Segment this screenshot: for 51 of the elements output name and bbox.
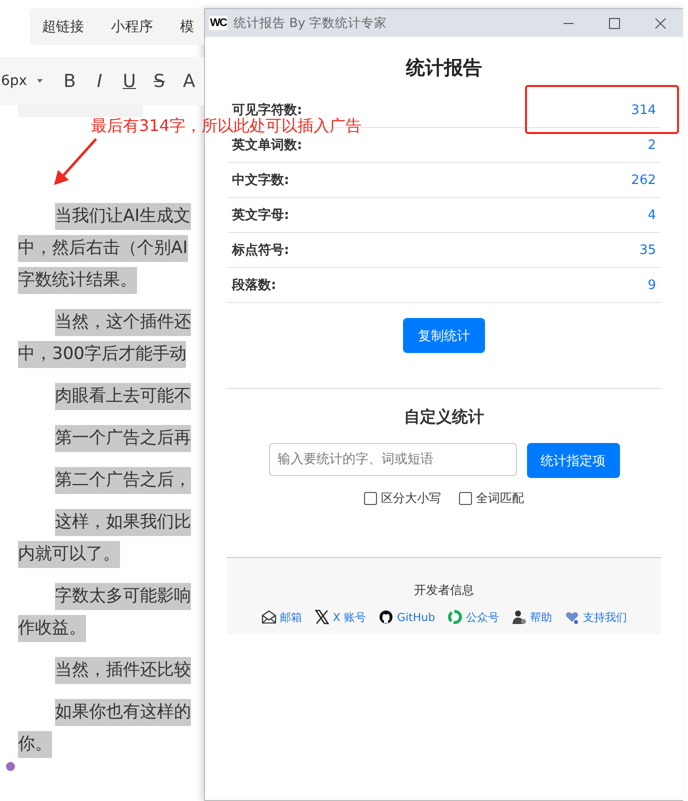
format-button[interactable]: U [114, 70, 144, 92]
format-button[interactable]: I [84, 70, 114, 92]
toolbar-item[interactable]: 小程序 [111, 18, 153, 36]
footer-link[interactable]: GitHub [396, 610, 436, 624]
stat-value: 9 [648, 278, 656, 292]
checkbox[interactable] [364, 492, 377, 505]
github-icon [378, 609, 394, 625]
caret-icon[interactable] [37, 79, 43, 83]
copy-button[interactable]: 复制统计 [403, 318, 485, 353]
stat-label: 段落数: [232, 277, 276, 294]
footer-link[interactable]: 帮助 [530, 610, 552, 624]
stat-value: 35 [639, 242, 656, 258]
window-title: 统计报告 By 字数统计专家 [233, 14, 388, 32]
stat-value: 262 [631, 172, 656, 188]
stat-value: 4 [648, 208, 656, 222]
cursor-dot [6, 762, 15, 771]
footer-link[interactable]: X 账号 [332, 610, 366, 624]
checkbox-label: 全词匹配 [476, 490, 524, 507]
report-title: 统计报告 [404, 56, 483, 81]
font-size-select[interactable]: 6px [1, 73, 28, 89]
footer-link[interactable]: 支持我们 [583, 610, 628, 624]
input-field[interactable]: 输入要统计的字、词或短语 [268, 443, 516, 476]
maximize-icon [608, 18, 620, 28]
ring-logo-icon [447, 609, 464, 625]
stat-label: 中文字数: [232, 172, 290, 189]
toolbar-item[interactable]: 超链接 [42, 18, 84, 36]
format-button[interactable]: S [144, 70, 174, 92]
stat-label: 英文单词数: [232, 136, 302, 154]
stat-value: 2 [648, 138, 656, 152]
app-badge: WC [209, 16, 228, 30]
stat-label: 英文字母: [232, 206, 290, 224]
format-button[interactable]: A [174, 70, 204, 92]
stat-label: 标点符号: [232, 242, 290, 259]
section-title: 自定义统计 [403, 407, 485, 428]
checkbox-label: 区分大小写 [381, 490, 441, 507]
format-button[interactable]: B [54, 70, 85, 92]
stat-value: 314 [631, 102, 656, 118]
heart-icon [564, 609, 580, 625]
annotation-text: 最后有314字，所以此处可以插入广告 [91, 117, 362, 134]
envelope-icon [260, 609, 277, 625]
footer-link[interactable]: 邮箱 [280, 610, 302, 624]
count-button[interactable]: 统计指定项 [526, 443, 620, 478]
checkbox[interactable] [459, 492, 472, 505]
stat-label: 可见字符数: [232, 102, 302, 118]
footer-title: 开发者信息 [413, 582, 475, 599]
footer-link[interactable]: 公众号 [466, 610, 500, 624]
close-icon [654, 18, 666, 28]
x-logo-icon [314, 609, 330, 625]
person-icon [511, 609, 528, 625]
annotation-arrow [52, 137, 98, 187]
toolbar-item[interactable]: 模 [180, 18, 194, 36]
